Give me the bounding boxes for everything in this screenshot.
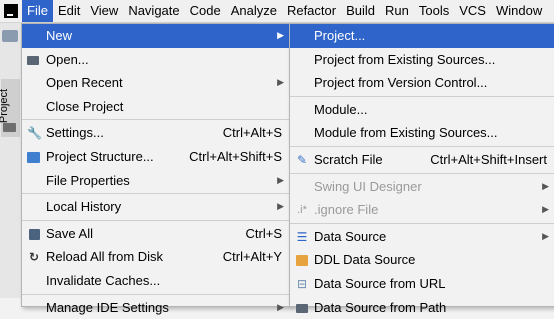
menu-separator [290, 95, 554, 97]
submenu-item-swing-ui-designer[interactable]: Swing UI Designer ▶ [290, 175, 554, 199]
submenu-arrow-icon: ▶ [542, 204, 549, 215]
submenu-arrow-icon: ▶ [542, 230, 549, 241]
folder-icon [3, 123, 16, 132]
scratch-file-icon: ✎ [296, 152, 308, 167]
ignore-file-icon: .i* [297, 204, 307, 217]
layout-icon[interactable] [2, 30, 18, 42]
menu-analyze[interactable]: Analyze [226, 0, 282, 22]
submenu-arrow-icon: ▶ [277, 30, 284, 40]
menu-view[interactable]: View [85, 0, 123, 22]
menu-item-open[interactable]: Open... [22, 48, 290, 72]
menu-refactor[interactable]: Refactor [282, 0, 341, 22]
menu-window[interactable]: Window [491, 0, 547, 22]
reload-icon: ↻ [28, 250, 40, 265]
submenu-item-data-source-url[interactable]: ⊟ Data Source from URL [290, 272, 554, 296]
wrench-icon: 🔧 [27, 126, 42, 141]
submenu-item-project-from-existing[interactable]: Project from Existing Sources... [290, 48, 554, 72]
menu-vcs[interactable]: VCS [454, 0, 491, 22]
shortcut-label: Ctrl+Alt+S [222, 125, 282, 141]
shortcut-label: Ctrl+S [245, 225, 282, 241]
submenu-arrow-icon: ▶ [277, 301, 284, 312]
app-logo-icon [4, 4, 18, 18]
new-submenu: Project... Project from Existing Sources… [289, 23, 554, 315]
menu-item-open-recent[interactable]: Open Recent ▶ [22, 71, 290, 95]
url-icon: ⊟ [296, 276, 308, 291]
menu-item-close-project[interactable]: Close Project [22, 95, 290, 119]
save-disk-icon [27, 227, 41, 241]
project-tab-label: Project [0, 88, 11, 124]
menu-item-new[interactable]: New ▶ [22, 24, 290, 48]
ddl-icon [295, 253, 309, 267]
menu-bar: File Edit View Navigate Code Analyze Ref… [0, 0, 554, 23]
tool-window-strip: Project [0, 23, 22, 298]
menu-code[interactable]: Code [185, 0, 226, 22]
submenu-item-project-from-vcs[interactable]: Project from Version Control... [290, 71, 554, 95]
submenu-item-project[interactable]: Project... [290, 24, 554, 48]
submenu-item-data-source-path[interactable]: Data Source from Path [290, 296, 554, 319]
menu-separator [22, 219, 290, 221]
database-icon: ☰ [296, 229, 308, 244]
menu-run[interactable]: Run [380, 0, 414, 22]
submenu-item-module-from-existing[interactable]: Module from Existing Sources... [290, 121, 554, 145]
menu-tools[interactable]: Tools [414, 0, 454, 22]
menu-navigate[interactable]: Navigate [123, 0, 184, 22]
folder-open-icon [27, 53, 41, 67]
folder-icon [295, 301, 309, 315]
submenu-arrow-icon: ▶ [277, 201, 284, 212]
shortcut-label: Ctrl+Alt+Shift+S [189, 148, 282, 164]
menu-item-file-properties[interactable]: File Properties ▶ [22, 169, 290, 193]
submenu-arrow-icon: ▶ [277, 77, 284, 88]
submenu-item-scratch-file[interactable]: ✎ Scratch File Ctrl+Alt+Shift+Insert [290, 148, 554, 172]
submenu-item-data-source[interactable]: ☰ Data Source ▶ [290, 225, 554, 249]
menu-separator [22, 293, 290, 295]
menu-edit[interactable]: Edit [53, 0, 85, 22]
shortcut-label: Ctrl+Alt+Shift+Insert [430, 151, 547, 167]
menu-separator [22, 119, 290, 121]
menu-separator [290, 145, 554, 147]
submenu-arrow-icon: ▶ [277, 174, 284, 185]
project-structure-icon [27, 150, 41, 164]
menu-build[interactable]: Build [341, 0, 380, 22]
file-menu: New ▶ Open... Open Recent ▶ Close Projec… [21, 23, 291, 315]
submenu-item-module[interactable]: Module... [290, 98, 554, 122]
menu-item-local-history[interactable]: Local History ▶ [22, 195, 290, 219]
menu-separator [290, 172, 554, 174]
submenu-arrow-icon: ▶ [542, 180, 549, 191]
menu-item-save-all[interactable]: Save All Ctrl+S [22, 222, 290, 246]
menu-item-manage-ide-settings[interactable]: Manage IDE Settings ▶ [22, 296, 290, 319]
submenu-item-ddl-data-source[interactable]: DDL Data Source [290, 248, 554, 272]
menu-item-project-structure[interactable]: Project Structure... Ctrl+Alt+Shift+S [22, 145, 290, 169]
menu-item-settings[interactable]: 🔧 Settings... Ctrl+Alt+S [22, 121, 290, 145]
menu-separator [290, 222, 554, 224]
menu-item-reload[interactable]: ↻ Reload All from Disk Ctrl+Alt+Y [22, 245, 290, 269]
menu-separator [22, 193, 290, 195]
submenu-item-ignore-file[interactable]: .i* .ignore File ▶ [290, 198, 554, 222]
shortcut-label: Ctrl+Alt+Y [222, 249, 282, 265]
menu-file[interactable]: File [22, 0, 53, 22]
menu-item-invalidate-caches[interactable]: Invalidate Caches... [22, 269, 290, 293]
